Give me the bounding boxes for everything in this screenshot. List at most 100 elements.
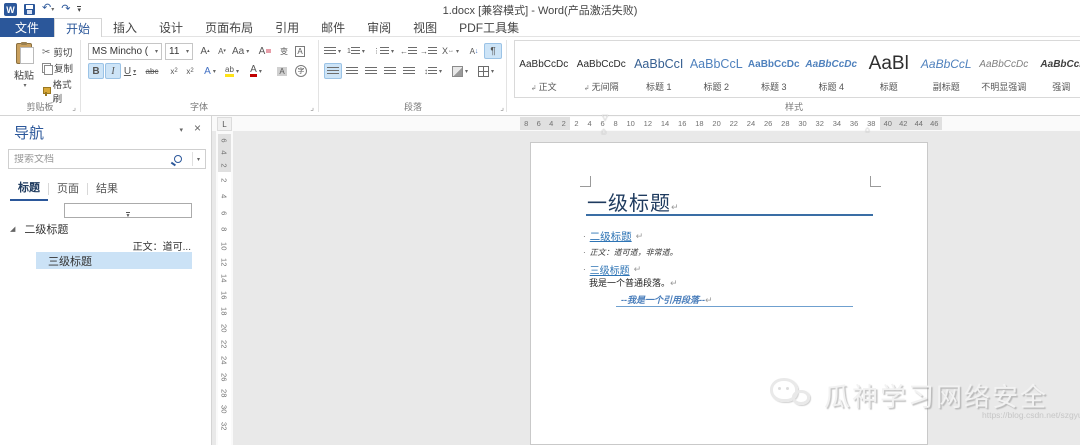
tab-邮件[interactable]: 邮件: [310, 18, 356, 37]
multilevel-caret-icon[interactable]: ▾: [391, 48, 394, 55]
tab-file[interactable]: 文件: [0, 18, 55, 37]
left-indent-marker[interactable]: ⌂: [601, 126, 606, 136]
bullets-caret-icon[interactable]: ▾: [338, 48, 341, 55]
underline-caret-icon[interactable]: ▾: [133, 68, 136, 75]
style-标题 4[interactable]: AaBbCcDc 标题 4: [803, 41, 861, 97]
style-标题 2[interactable]: AaBbCcL 标题 2: [688, 41, 746, 97]
strikethrough-button[interactable]: abc: [144, 63, 160, 79]
justify-button[interactable]: [382, 63, 398, 79]
paste-caret-icon[interactable]: ▾: [23, 82, 26, 89]
copy-button[interactable]: 复制: [42, 61, 73, 75]
shading-caret-icon[interactable]: ▾: [465, 68, 468, 75]
doc-body-line2[interactable]: 我是一个普通段落。↵: [589, 276, 678, 289]
first-line-indent-marker[interactable]: ▽: [602, 113, 608, 122]
style-正文[interactable]: AaBbCcDc ↲ 正文: [515, 41, 573, 97]
document-page[interactable]: 一级标题↵ · 二级标题 ↵ · 正文：道可道，非常道。 · 三级标题 ↵ 我是…: [530, 142, 928, 445]
tab-引用[interactable]: 引用: [264, 18, 310, 37]
search-caret-icon[interactable]: ▾: [197, 156, 200, 163]
shading-button[interactable]: ▾: [452, 63, 468, 79]
paste-button[interactable]: 粘贴 ▾: [8, 42, 40, 99]
clear-formatting-button[interactable]: A: [257, 43, 273, 59]
right-indent-marker[interactable]: ⌂: [865, 125, 870, 134]
text-highlight-button[interactable]: ab ▾: [224, 63, 240, 79]
doc-heading2[interactable]: · 二级标题 ↵: [583, 229, 643, 244]
text-effects-caret-icon[interactable]: ▾: [213, 68, 216, 75]
style-标题 1[interactable]: AaBbCcI 标题 1: [630, 41, 688, 97]
tab-PDF工具集[interactable]: PDF工具集: [448, 18, 530, 37]
phonetic-guide-button[interactable]: 变: [276, 43, 292, 59]
bullets-button[interactable]: ▾: [324, 43, 341, 59]
underline-button[interactable]: U ▾: [122, 63, 138, 79]
vertical-ruler[interactable]: L 642 2 4 6 8 10 12 14 16 18 20 22 24 26 28 30 32: [216, 116, 233, 445]
font-name-combo[interactable]: MS Mincho ( ▾: [88, 43, 162, 60]
bold-button[interactable]: B: [88, 63, 104, 79]
asian-layout-caret-icon[interactable]: ▾: [456, 48, 459, 55]
nav-jump-box[interactable]: ▼: [64, 203, 192, 219]
tab-视图[interactable]: 视图: [402, 18, 448, 37]
nav-tab-标题[interactable]: 标题: [10, 177, 48, 201]
tab-selector-button[interactable]: L: [217, 117, 232, 131]
tab-页面布局[interactable]: 页面布局: [194, 18, 264, 37]
increase-indent-button[interactable]: →: [420, 43, 437, 59]
borders-button[interactable]: ▾: [478, 63, 494, 79]
grow-font-button[interactable]: A ▴: [197, 43, 213, 59]
style-无间隔[interactable]: AaBbCcDc ↲ 无间隔: [573, 41, 631, 97]
sort-button[interactable]: A ↓: [466, 43, 482, 59]
tab-开始[interactable]: 开始: [54, 18, 103, 37]
style-不明显强调[interactable]: AaBbCcDc 不明显强调: [975, 41, 1033, 97]
multilevel-list-button[interactable]: ⋮ ▾: [373, 43, 394, 59]
character-border-button[interactable]: A: [292, 43, 308, 59]
numbering-caret-icon[interactable]: ▾: [362, 48, 365, 55]
font-color-caret-icon[interactable]: ▾: [259, 68, 262, 75]
shrink-font-button[interactable]: A ▾: [214, 43, 230, 59]
style-副标题[interactable]: AaBbCcL 副标题: [918, 41, 976, 97]
nav-tab-页面[interactable]: 页面: [49, 178, 87, 200]
decrease-indent-button[interactable]: ←: [400, 43, 417, 59]
distribute-button[interactable]: [401, 63, 417, 79]
style-标题 3[interactable]: AaBbCcDc 标题 3: [745, 41, 803, 97]
italic-button[interactable]: I: [105, 63, 121, 79]
nav-heading-item-level2[interactable]: ◢ 二级标题: [10, 221, 68, 237]
character-shading-button[interactable]: A: [274, 63, 290, 79]
doc-body-line1[interactable]: · 正文：道可道，非常道。: [583, 247, 678, 258]
font-size-combo[interactable]: 11 ▾: [165, 43, 193, 60]
cut-button[interactable]: ✂ 剪切: [42, 45, 72, 60]
style-标题[interactable]: AaBl 标题: [860, 41, 918, 97]
asian-layout-button[interactable]: X ↔ ▾: [442, 43, 459, 59]
horizontal-ruler[interactable]: 8642 2 4 6 8 10 12 14 16 18 20 22 24 26 28 30 32 34 36 38 …: [212, 116, 1080, 131]
align-right-button[interactable]: [363, 63, 379, 79]
borders-caret-icon[interactable]: ▾: [491, 68, 494, 75]
text-effects-button[interactable]: A ▾: [202, 63, 218, 79]
clipboard-dialog-launcher[interactable]: ⌟: [72, 104, 76, 112]
nav-heading-item-level3-selected[interactable]: 三级标题: [36, 252, 192, 269]
line-spacing-button[interactable]: ↕ ▾: [424, 63, 442, 79]
numbering-button[interactable]: 1 ▾: [347, 43, 365, 59]
collapse-triangle-icon[interactable]: ◢: [10, 225, 15, 233]
tab-审阅[interactable]: 审阅: [356, 18, 402, 37]
tab-设计[interactable]: 设计: [148, 18, 194, 37]
font-dialog-launcher[interactable]: ⌟: [310, 104, 314, 112]
subscript-button[interactable]: x2: [166, 63, 182, 79]
nav-options-caret-icon[interactable]: ▾: [179, 126, 183, 134]
nav-search-input[interactable]: [9, 153, 174, 165]
line-spacing-caret-icon[interactable]: ▾: [439, 68, 442, 75]
doc-heading3[interactable]: · 三级标题 ↵: [583, 262, 641, 277]
change-case-button[interactable]: Aa ▾: [232, 43, 249, 59]
doc-heading1[interactable]: 一级标题↵: [587, 187, 679, 216]
align-left-button[interactable]: [324, 63, 342, 79]
style-强调[interactable]: AaBbCcI 强调: [1033, 41, 1080, 97]
nav-close-icon[interactable]: ×: [194, 121, 201, 135]
show-marks-button[interactable]: ¶: [484, 43, 502, 59]
font-name-caret-icon[interactable]: ▾: [155, 48, 158, 55]
search-icon[interactable]: [173, 155, 182, 163]
doc-quote[interactable]: --我是一个引用段落--↵: [621, 293, 713, 306]
paragraph-dialog-launcher[interactable]: ⌟: [500, 104, 504, 112]
superscript-button[interactable]: x2: [182, 63, 198, 79]
enclose-characters-button[interactable]: 字: [293, 63, 309, 79]
tab-插入[interactable]: 插入: [102, 18, 148, 37]
highlight-caret-icon[interactable]: ▾: [236, 68, 239, 75]
font-size-caret-icon[interactable]: ▾: [186, 48, 189, 55]
align-center-button[interactable]: [344, 63, 360, 79]
font-color-button[interactable]: A ▾: [248, 63, 264, 79]
nav-tab-结果[interactable]: 结果: [88, 178, 126, 200]
